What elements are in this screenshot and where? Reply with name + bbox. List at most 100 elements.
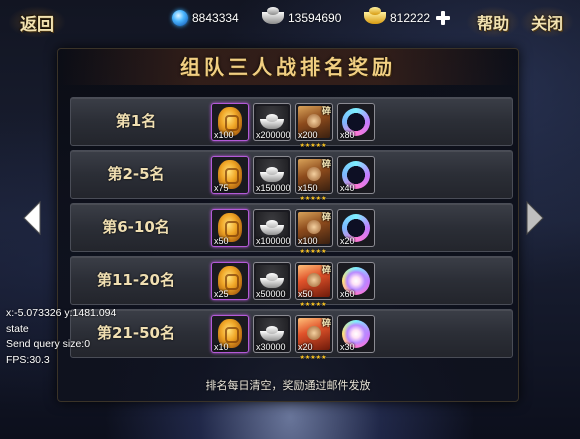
reward-item-wrap: x40 <box>337 156 375 194</box>
reward-item-wrap: x10 <box>211 315 249 353</box>
debug-fps: FPS:30.3 <box>6 353 50 366</box>
star-rating: ★★★★★ <box>299 142 327 149</box>
reward-item-wrap: x80 <box>337 103 375 141</box>
reward-item-wrap: x100000 <box>253 209 291 247</box>
next-page-arrow-icon[interactable] <box>525 200 545 236</box>
rank-label: 第1名 <box>115 112 157 130</box>
reward-items: x75 x150000 碎 x150 ★★★★★ x40 <box>211 156 375 202</box>
rank-label: 第2-5名 <box>107 165 165 183</box>
reward-item-wrap: x200000 <box>253 103 291 141</box>
fragment-badge: 碎 <box>321 266 331 276</box>
reward-rows: 第1名 x100 x200000 碎 x200 ★★★★★ x80 第2-5名 x75 x1500… <box>70 97 513 362</box>
gem-counter: 8843334 <box>172 8 239 28</box>
footer-note: 排名每日清空，奖励通过邮件发放 <box>205 379 371 392</box>
reward-item-wrap: x50000 <box>253 262 291 300</box>
reward-quantity: x100 <box>214 130 234 140</box>
gold-counter: 812222 <box>364 7 451 28</box>
reward-items: x100 x200000 碎 x200 ★★★★★ x80 <box>211 103 375 149</box>
reward-quantity: x80 <box>340 130 355 140</box>
reward-item-wrap: 碎 x100 ★★★★★ <box>295 209 333 255</box>
reward-item[interactable]: x20 <box>337 209 375 247</box>
gem-amount: 8843334 <box>192 11 239 25</box>
reward-item-wrap: 碎 x150 ★★★★★ <box>295 156 333 202</box>
reward-item-wrap: 碎 x20 ★★★★★ <box>295 315 333 361</box>
reward-item[interactable]: x10 <box>211 315 249 353</box>
reward-item-wrap: x75 <box>211 156 249 194</box>
back-button[interactable]: 返回 <box>8 6 66 38</box>
reward-item[interactable]: x100000 <box>253 209 291 247</box>
add-gold-button[interactable] <box>436 11 451 25</box>
reward-quantity: x20 <box>340 236 355 246</box>
silver-amount: 13594690 <box>288 11 342 25</box>
reward-quantity: x200 <box>298 130 318 140</box>
reward-quantity: x10 <box>214 342 229 352</box>
previous-page-arrow-icon[interactable] <box>22 200 42 236</box>
reward-item[interactable]: 碎 x50 <box>295 262 333 300</box>
star-rating: ★★★★★ <box>299 354 327 361</box>
reward-quantity: x20 <box>298 342 313 352</box>
reward-item-wrap: x30000 <box>253 315 291 353</box>
reward-quantity: x100 <box>298 236 318 246</box>
reward-quantity: x40 <box>340 183 355 193</box>
reward-item[interactable]: x30 <box>337 315 375 353</box>
reward-item[interactable]: x40 <box>337 156 375 194</box>
reward-item[interactable]: 碎 x200 <box>295 103 333 141</box>
reward-item[interactable]: 碎 x100 <box>295 209 333 247</box>
star-rating: ★★★★★ <box>299 301 327 308</box>
reward-item-wrap: x100 <box>211 103 249 141</box>
debug-query: Send query size:0 <box>6 338 91 350</box>
debug-coords: x:-5.073326 y:1481.094 <box>6 307 117 319</box>
reward-item[interactable]: x150000 <box>253 156 291 194</box>
reward-item[interactable]: x25 <box>211 262 249 300</box>
reward-item[interactable]: x200000 <box>253 103 291 141</box>
reward-items: x10 x30000 碎 x20 ★★★★★ x30 <box>211 315 375 361</box>
rank-label: 第6-10名 <box>102 218 170 236</box>
rank-label: 第11-20名 <box>97 271 175 289</box>
gold-ingot-icon <box>364 7 386 24</box>
reward-items: x50 x100000 碎 x100 ★★★★★ x20 <box>211 209 375 255</box>
gem-icon <box>172 10 188 26</box>
reward-quantity: x60 <box>340 289 355 299</box>
ranking-reward-panel: 组队三人战排名奖励 第1名 x100 x200000 碎 x200 ★★★★★ x80 第2-… <box>57 48 519 402</box>
rank-row: 第6-10名 x50 x100000 碎 x100 ★★★★★ x20 <box>70 203 513 255</box>
panel-title: 组队三人战排名奖励 <box>180 55 396 79</box>
reward-quantity: x200000 <box>256 130 291 140</box>
reward-quantity: x75 <box>214 183 229 193</box>
reward-item[interactable]: x30000 <box>253 315 291 353</box>
reward-item[interactable]: x50000 <box>253 262 291 300</box>
debug-state: state <box>6 322 29 335</box>
rank-row: 第21-50名 x10 x30000 碎 x20 ★★★★★ x30 <box>70 309 513 361</box>
reward-item-wrap: x20 <box>337 209 375 247</box>
reward-item-wrap: x25 <box>211 262 249 300</box>
reward-item-wrap: x60 <box>337 262 375 300</box>
rank-row: 第1名 x100 x200000 碎 x200 ★★★★★ x80 <box>70 97 513 149</box>
close-button[interactable]: 关闭 <box>520 6 574 38</box>
reward-item[interactable]: x80 <box>337 103 375 141</box>
reward-quantity: x50000 <box>256 289 286 299</box>
reward-quantity: x150 <box>298 183 318 193</box>
help-button[interactable]: 帮助 <box>466 6 520 38</box>
reward-item[interactable]: x60 <box>337 262 375 300</box>
reward-item[interactable]: x50 <box>211 209 249 247</box>
star-rating: ★★★★★ <box>299 195 327 202</box>
reward-item[interactable]: x100 <box>211 103 249 141</box>
reward-item[interactable]: x75 <box>211 156 249 194</box>
reward-quantity: x30 <box>340 342 355 352</box>
rank-row: 第2-5名 x75 x150000 碎 x150 ★★★★★ x40 <box>70 150 513 202</box>
reward-quantity: x150000 <box>256 183 291 193</box>
reward-item[interactable]: 碎 x20 <box>295 315 333 353</box>
rank-row: 第11-20名 x25 x50000 碎 x50 ★★★★★ x60 <box>70 256 513 308</box>
reward-quantity: x100000 <box>256 236 291 246</box>
reward-quantity: x25 <box>214 289 229 299</box>
fragment-badge: 碎 <box>321 213 331 223</box>
reward-item-wrap: x50 <box>211 209 249 247</box>
gold-amount: 812222 <box>390 11 431 25</box>
reward-item-wrap: 碎 x50 ★★★★★ <box>295 262 333 308</box>
debug-overlay: x:-5.073326 y:1481.094 state Send query … <box>6 306 116 368</box>
reward-quantity: x50 <box>298 289 313 299</box>
reward-items: x25 x50000 碎 x50 ★★★★★ x60 <box>211 262 375 308</box>
silver-ingot-icon <box>262 7 284 24</box>
reward-item-wrap: 碎 x200 ★★★★★ <box>295 103 333 149</box>
reward-item-wrap: x30 <box>337 315 375 353</box>
reward-item[interactable]: 碎 x150 <box>295 156 333 194</box>
